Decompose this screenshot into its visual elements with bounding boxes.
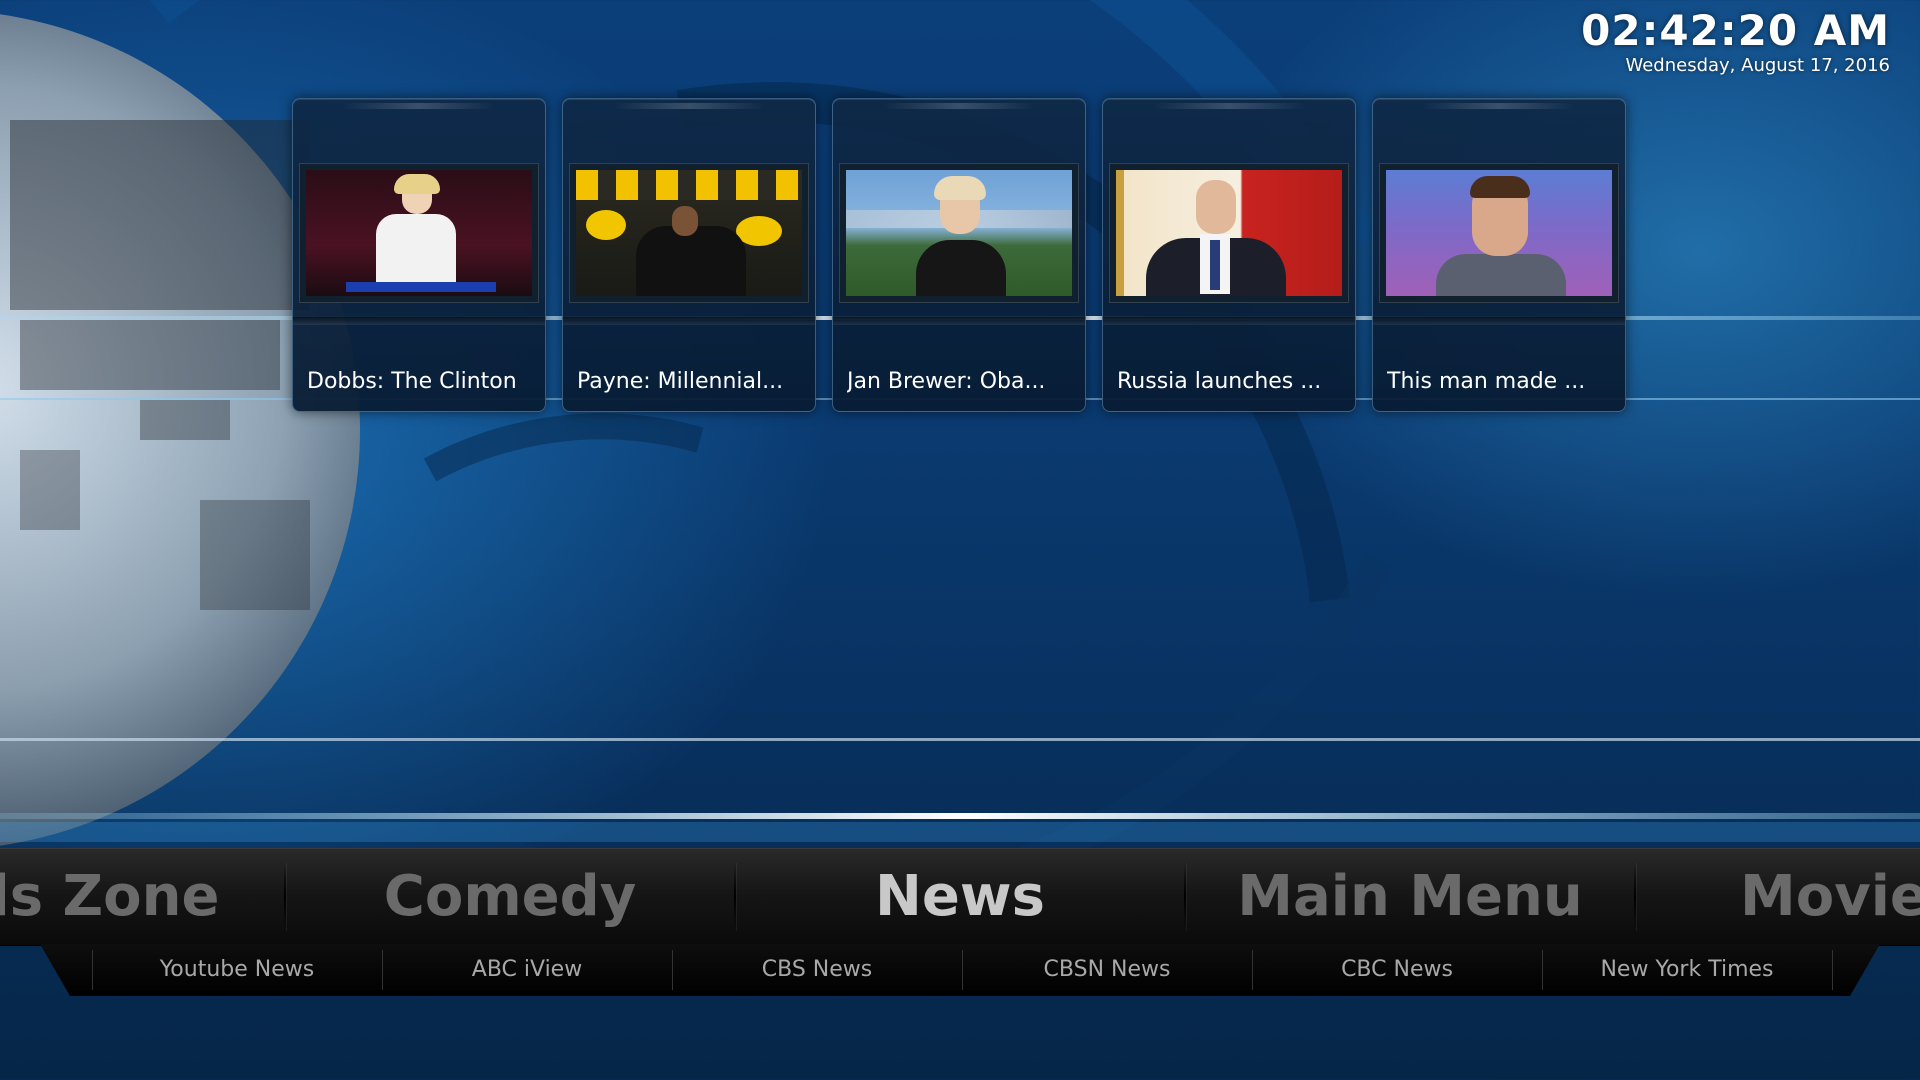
card-divider <box>1373 317 1625 325</box>
video-thumbnail <box>576 170 802 296</box>
video-thumbnail <box>1386 170 1612 296</box>
video-shelf: Dobbs: The Clinton Payne: Millennial... <box>292 98 1626 412</box>
submenu-item-cbsn-news[interactable]: CBSN News <box>962 944 1252 996</box>
video-card[interactable]: Dobbs: The Clinton <box>292 98 546 412</box>
main-menu-bar: ls Zone Comedy News Main Menu Movie <box>0 848 1920 946</box>
menu-item-main-menu[interactable]: Main Menu <box>1200 849 1620 945</box>
clock-widget: 02:42:20 AM Wednesday, August 17, 2016 <box>1581 6 1890 76</box>
submenu-item-new-york-times[interactable]: New York Times <box>1542 944 1832 996</box>
video-title: Payne: Millennial... <box>577 369 784 394</box>
video-card[interactable]: Russia launches ... <box>1102 98 1356 412</box>
video-thumbnail <box>306 170 532 296</box>
submenu-item-cbs-news[interactable]: CBS News <box>672 944 962 996</box>
menu-divider <box>1634 863 1636 931</box>
menu-item-comedy[interactable]: Comedy <box>300 849 720 945</box>
card-divider <box>833 317 1085 325</box>
menu-item-ls-zone[interactable]: ls Zone <box>0 849 270 945</box>
menu-item-movies[interactable]: Movie <box>1740 849 1920 945</box>
sub-menu-divider <box>1832 950 1833 990</box>
video-thumbnail-frame <box>569 163 809 303</box>
video-thumbnail-frame <box>839 163 1079 303</box>
card-divider <box>563 317 815 325</box>
video-card[interactable]: This man made ... <box>1372 98 1626 412</box>
card-divider <box>293 317 545 325</box>
video-card[interactable]: Payne: Millennial... <box>562 98 816 412</box>
submenu-item-youtube-news[interactable]: Youtube News <box>92 944 382 996</box>
menu-divider <box>284 863 286 931</box>
video-title: This man made ... <box>1387 369 1586 394</box>
clock-time: 02:42:20 AM <box>1581 6 1890 55</box>
video-thumbnail <box>846 170 1072 296</box>
video-title: Jan Brewer: Oba... <box>847 369 1046 394</box>
submenu-item-cbc-news[interactable]: CBC News <box>1252 944 1542 996</box>
video-title: Dobbs: The Clinton <box>307 369 517 394</box>
menu-divider <box>1184 863 1186 931</box>
clock-date: Wednesday, August 17, 2016 <box>1625 55 1890 76</box>
video-title: Russia launches ... <box>1117 369 1322 394</box>
video-thumbnail-frame <box>299 163 539 303</box>
menu-divider <box>734 863 736 931</box>
card-divider <box>1103 317 1355 325</box>
video-card[interactable]: Jan Brewer: Oba... <box>832 98 1086 412</box>
video-thumbnail-frame <box>1109 163 1349 303</box>
video-thumbnail <box>1116 170 1342 296</box>
video-thumbnail-frame <box>1379 163 1619 303</box>
menu-item-news[interactable]: News <box>750 849 1170 945</box>
submenu-item-abc-iview[interactable]: ABC iView <box>382 944 672 996</box>
